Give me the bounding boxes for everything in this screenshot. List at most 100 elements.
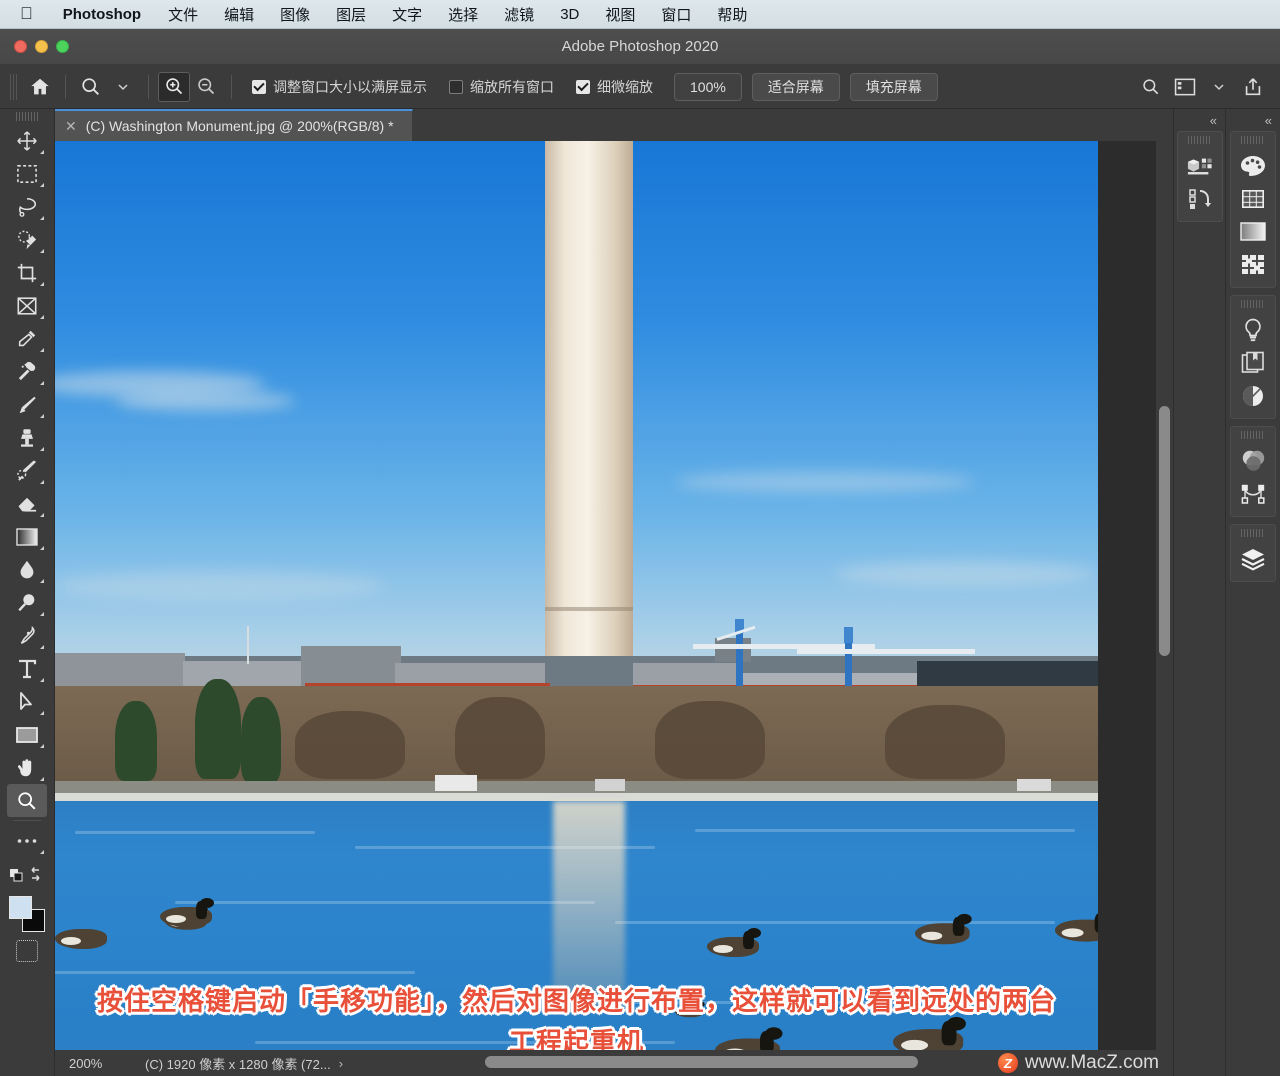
chevron-right-icon[interactable]: › (339, 1056, 343, 1071)
quick-mask-icon[interactable] (16, 940, 38, 962)
tool-expand-corner[interactable] (40, 315, 44, 319)
eraser-tool[interactable] (7, 487, 47, 520)
layers-icon[interactable] (1234, 542, 1272, 575)
tool-expand-corner[interactable] (40, 348, 44, 352)
tool-expand-corner[interactable] (40, 678, 44, 682)
pen-tool[interactable] (7, 619, 47, 652)
chevron-down-icon[interactable] (1202, 72, 1236, 102)
patterns-icon[interactable] (1234, 248, 1272, 281)
menu-item-image[interactable]: 图像 (267, 4, 323, 25)
tool-expand-corner[interactable] (40, 249, 44, 253)
tool-expand-corner[interactable] (40, 282, 44, 286)
panel-group-grip[interactable] (1241, 529, 1265, 537)
double-chevron-left-icon[interactable]: « (1174, 109, 1225, 131)
panel-group-grip[interactable] (1187, 136, 1212, 144)
share-icon[interactable] (1236, 72, 1270, 102)
clone-stamp-tool[interactable] (7, 421, 47, 454)
tool-expand-corner[interactable] (40, 150, 44, 154)
zoom-in-icon[interactable] (158, 71, 190, 102)
tool-expand-corner[interactable] (40, 381, 44, 385)
vertical-scrollbar[interactable] (1159, 406, 1170, 656)
tool-expand-corner[interactable] (40, 513, 44, 517)
menu-item-3d[interactable]: 3D (547, 6, 592, 23)
fit-screen-button[interactable]: 适合屏幕 (751, 72, 840, 101)
panel-group-grip[interactable] (1241, 431, 1265, 439)
swatches-grid-icon[interactable] (1234, 182, 1272, 215)
gradients-icon[interactable] (1234, 215, 1272, 248)
document-tab[interactable]: ✕ (C) Washington Monument.jpg @ 200%(RGB… (55, 109, 413, 141)
edit-toolbar-tool[interactable] (7, 824, 47, 857)
history-brush-tool[interactable] (7, 454, 47, 487)
tool-expand-corner[interactable] (40, 744, 44, 748)
double-chevron-left-icon[interactable]: « (1226, 109, 1280, 131)
menu-item-edit[interactable]: 编辑 (211, 4, 267, 25)
move-tool[interactable] (7, 124, 47, 157)
zoom-out-icon[interactable] (190, 72, 222, 102)
scrubby-zoom-checkbox[interactable]: 细微缩放 (565, 77, 664, 97)
tool-expand-corner[interactable] (40, 216, 44, 220)
3d-panel-icon[interactable] (1181, 149, 1219, 182)
horizontal-scrollbar[interactable] (485, 1056, 918, 1068)
search-icon[interactable] (1134, 72, 1168, 102)
tool-expand-corner[interactable] (40, 777, 44, 781)
zoom-level-field[interactable]: 200% (69, 1056, 123, 1071)
quick-selection-tool[interactable] (7, 223, 47, 256)
horizontal-type-tool[interactable] (7, 652, 47, 685)
minimize-window-button[interactable] (35, 40, 48, 53)
tool-expand-corner[interactable] (40, 711, 44, 715)
canvas-area[interactable]: 按住空格键启动「手移功能」，然后对图像进行布置，这样就可以看到远处的两台 工程起… (55, 141, 1173, 1050)
menu-item-help[interactable]: 帮助 (704, 4, 760, 25)
dodge-tool[interactable] (7, 586, 47, 619)
zoom-window-button[interactable] (56, 40, 69, 53)
tool-expand-corner[interactable] (40, 546, 44, 550)
tool-expand-corner[interactable] (40, 850, 44, 854)
options-bar-grip[interactable] (10, 73, 17, 100)
menu-item-window[interactable]: 窗口 (648, 4, 704, 25)
panel-group-grip[interactable] (1241, 300, 1265, 308)
history-panel-icon[interactable] (1181, 182, 1219, 215)
menu-item-type[interactable]: 文字 (379, 4, 435, 25)
vertical-scrollbar-track[interactable] (1156, 141, 1173, 1050)
checkbox-box[interactable] (576, 79, 590, 94)
color-swatches[interactable] (9, 896, 45, 932)
fill-screen-button[interactable]: 填充屏幕 (849, 72, 938, 101)
menu-item-layer[interactable]: 图层 (323, 4, 379, 25)
chevron-down-icon[interactable] (107, 72, 139, 102)
panel-group-grip[interactable] (1241, 136, 1265, 144)
menu-app-name[interactable]: Photoshop (49, 6, 155, 23)
channels-icon[interactable] (1234, 444, 1272, 477)
checkbox-box[interactable] (449, 79, 463, 94)
zoom-tool-icon[interactable] (75, 72, 107, 102)
brush-tool[interactable] (7, 388, 47, 421)
blur-tool[interactable] (7, 553, 47, 586)
tool-expand-corner[interactable] (40, 480, 44, 484)
menu-item-select[interactable]: 选择 (435, 4, 491, 25)
default-colors-and-swap-icons[interactable] (7, 857, 47, 890)
eyedropper-tool[interactable] (7, 322, 47, 355)
apple-logo-icon[interactable]:  (0, 5, 49, 22)
menu-item-file[interactable]: 文件 (155, 4, 211, 25)
home-icon[interactable] (24, 72, 56, 102)
paths-icon[interactable] (1234, 477, 1272, 510)
tool-expand-corner[interactable] (40, 612, 44, 616)
adjustments-icon[interactable] (1234, 313, 1272, 346)
checkbox-box[interactable] (252, 79, 266, 94)
tool-expand-corner[interactable] (40, 183, 44, 187)
tool-expand-corner[interactable] (40, 579, 44, 583)
color-swatches-icon[interactable] (1234, 149, 1272, 182)
frame-tool[interactable] (7, 289, 47, 322)
gradient-tool[interactable] (7, 520, 47, 553)
tool-expand-corner[interactable] (40, 645, 44, 649)
toolbox-grip[interactable] (16, 112, 38, 121)
menu-item-filter[interactable]: 滤镜 (491, 4, 547, 25)
lasso-tool[interactable] (7, 190, 47, 223)
properties-icon[interactable] (1234, 379, 1272, 412)
resize-windows-to-fit-checkbox[interactable]: 调整窗口大小以满屏显示 (241, 77, 438, 97)
zoom-all-windows-checkbox[interactable]: 缩放所有窗口 (438, 77, 565, 97)
spot-healing-brush-tool[interactable] (7, 355, 47, 388)
tool-expand-corner[interactable] (40, 414, 44, 418)
rectangle-tool[interactable] (7, 718, 47, 751)
zoom-100-percent-button[interactable]: 100% (674, 72, 742, 101)
path-selection-tool[interactable] (7, 685, 47, 718)
rectangular-marquee-tool[interactable] (7, 157, 47, 190)
